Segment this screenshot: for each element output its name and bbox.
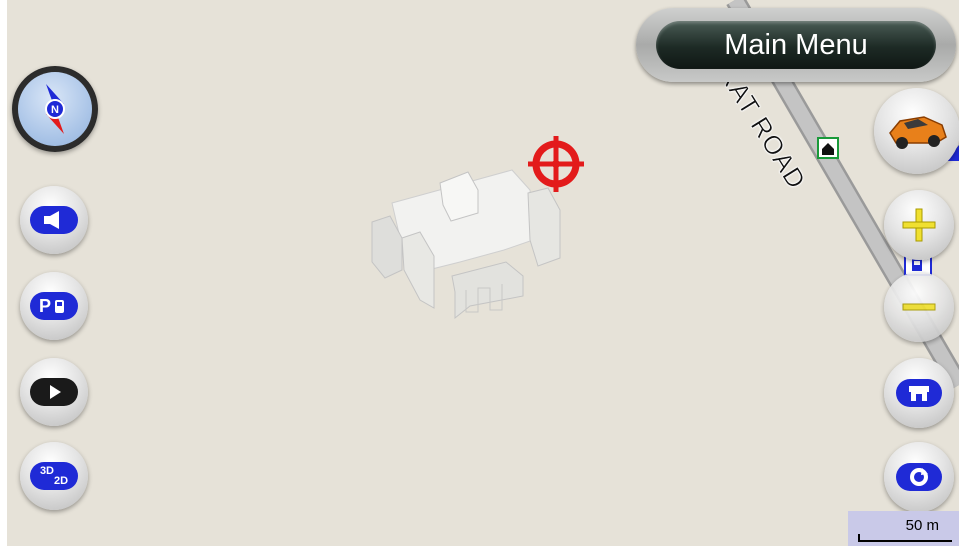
view-3d-label: 3D (39, 464, 54, 477)
view-2d-label: 2D (54, 474, 69, 487)
view-mode-button[interactable]: 3D 2D (20, 442, 88, 510)
frame-bottom (0, 546, 959, 550)
3d-2d-icon: 3D 2D (30, 462, 78, 490)
rotate-icon (896, 463, 942, 491)
zoom-in-button[interactable] (884, 190, 954, 260)
map-view[interactable]: RAT ROAD (0, 0, 959, 550)
main-menu-button[interactable]: Main Menu (636, 8, 956, 82)
speaker-icon (30, 206, 78, 234)
zoom-out-button[interactable] (884, 272, 954, 342)
house-poi-icon[interactable] (817, 137, 839, 159)
map-canvas[interactable] (0, 0, 959, 550)
map-scale: 50 m (848, 511, 959, 550)
frame-left (0, 0, 7, 550)
play-button[interactable] (20, 358, 88, 426)
car-position-button[interactable] (874, 88, 959, 174)
3d-building (371, 169, 561, 320)
main-menu-label: Main Menu (724, 28, 868, 61)
main-menu-inner[interactable]: Main Menu (656, 21, 936, 69)
sound-button[interactable] (20, 186, 88, 254)
plus-icon (902, 208, 936, 242)
compass-button[interactable]: N (12, 66, 98, 152)
rotate-button[interactable] (884, 442, 954, 512)
minus-icon (902, 303, 936, 311)
poi-button[interactable] (884, 358, 954, 428)
compass-n-label: N (51, 104, 59, 116)
play-icon (30, 378, 78, 406)
parking-fuel-button[interactable]: P (20, 272, 88, 340)
scale-bar (858, 534, 952, 542)
store-icon (896, 379, 942, 407)
compass-icon: N (45, 84, 65, 134)
parking-fuel-icon: P (30, 292, 78, 320)
parking-p-label: P (38, 295, 51, 316)
scale-label: 50 m (905, 517, 939, 534)
cursor-crosshair-icon[interactable] (528, 136, 584, 192)
car-icon (889, 116, 947, 149)
